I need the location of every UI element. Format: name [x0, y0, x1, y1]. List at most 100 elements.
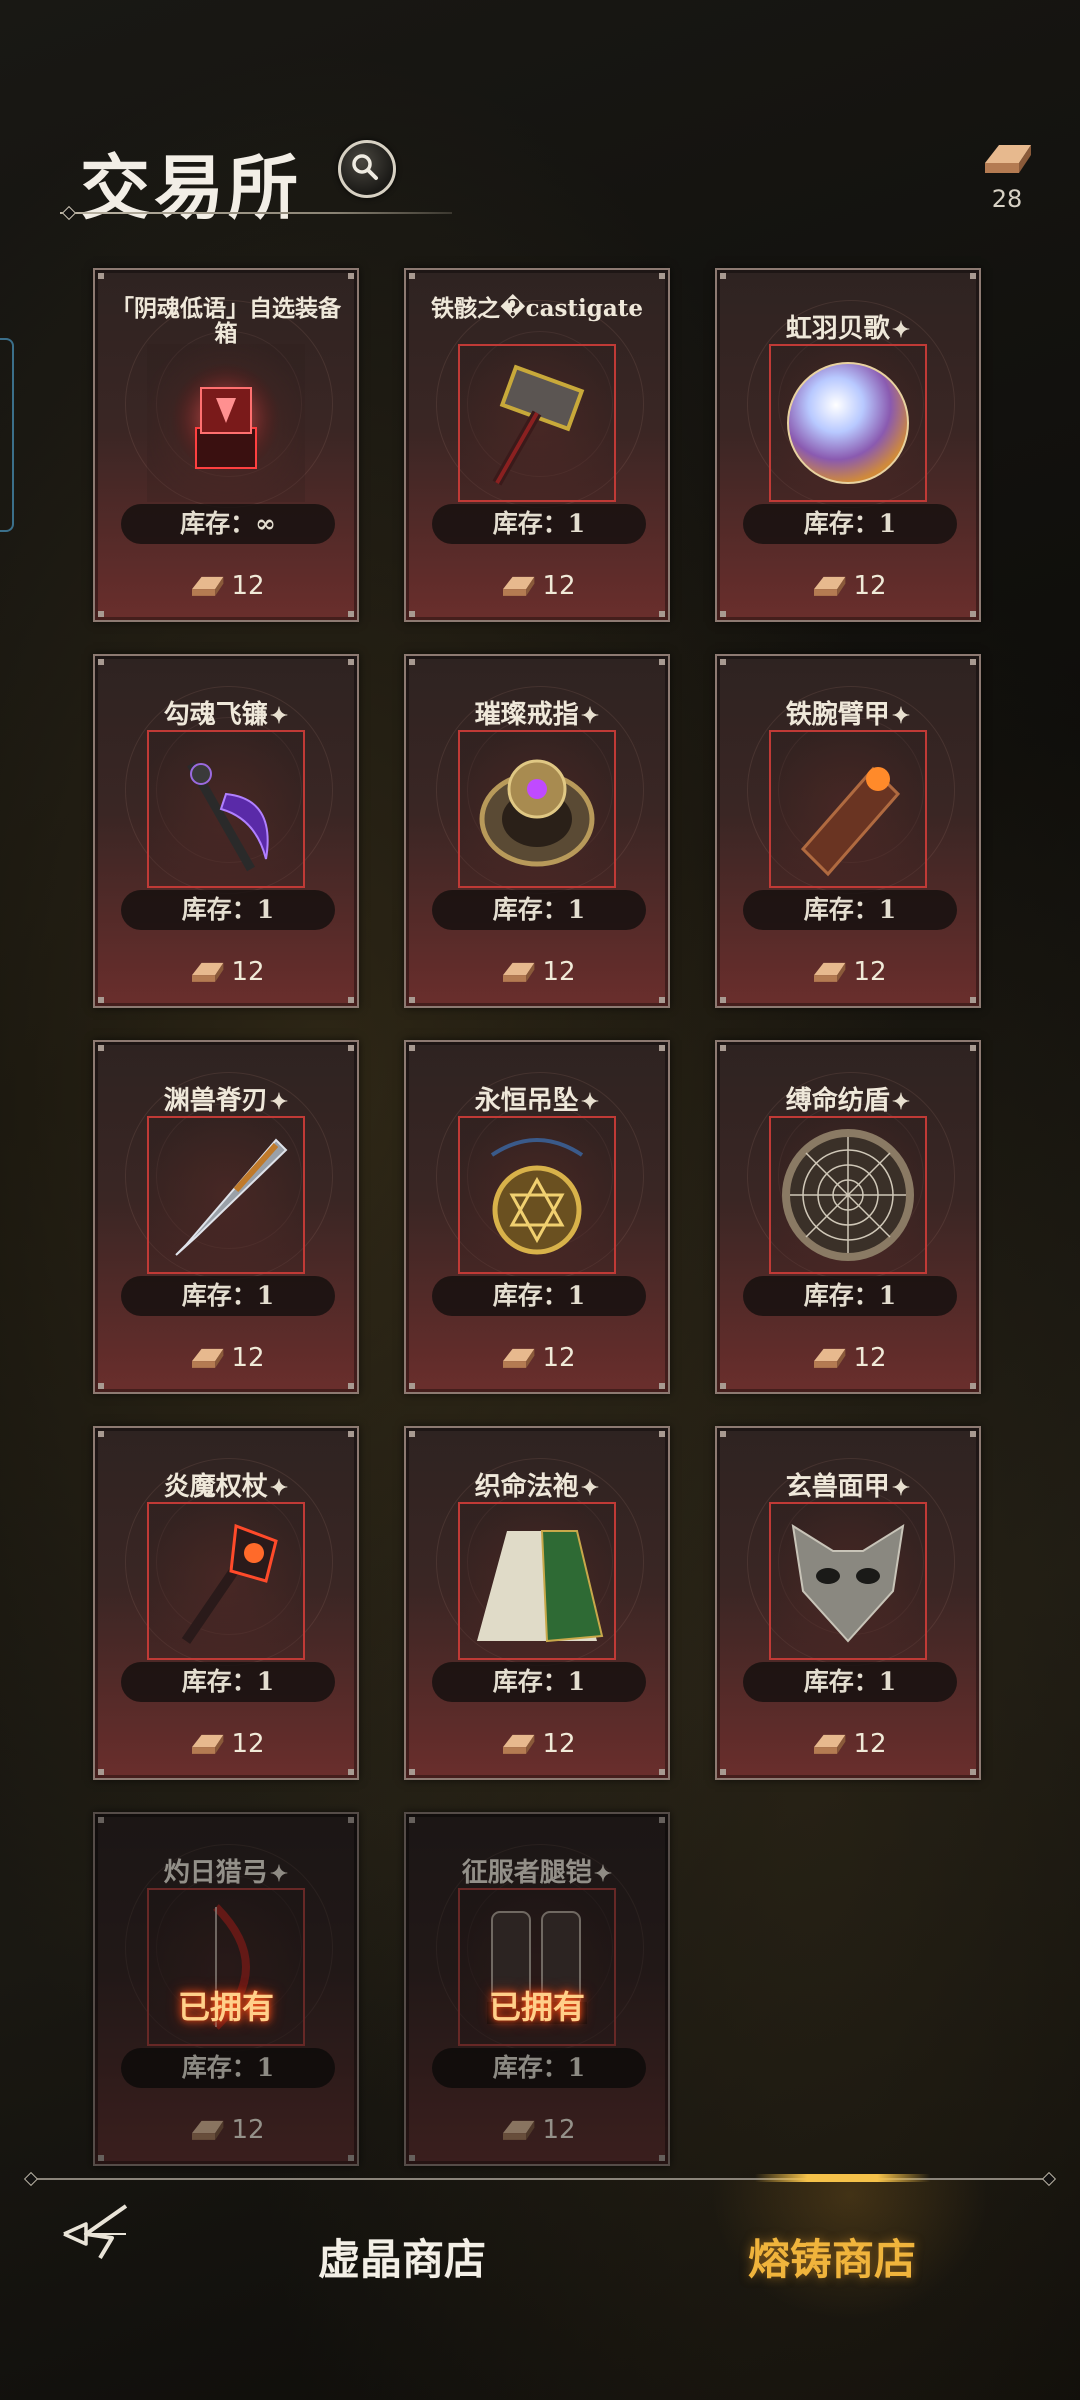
item-card[interactable]: 虹羽贝歌✦ 库存：1 12: [715, 268, 981, 622]
item-card[interactable]: 玄兽面甲✦ 库存：1 12: [715, 1426, 981, 1780]
price-value: 12: [853, 957, 887, 987]
price-value: 12: [542, 1729, 576, 1759]
forge-ingot-icon: [985, 145, 1031, 173]
page-title: 交易所: [80, 147, 302, 229]
item-card[interactable]: 铁腕臂甲✦ 库存：1 12: [715, 654, 981, 1008]
price-value: 12: [231, 1343, 265, 1373]
item-image: [147, 344, 305, 502]
stock-label: 库存：1: [121, 2048, 335, 2088]
price-label: 12: [717, 1728, 979, 1759]
item-name: 玄兽面甲✦: [785, 1472, 911, 1502]
web-shield-icon: [775, 1122, 921, 1268]
price-value: 12: [231, 2115, 265, 2145]
item-image: [458, 1502, 616, 1660]
owned-badge: 已拥有: [488, 1988, 585, 2026]
item-image: [769, 730, 927, 888]
price-value: 12: [853, 1729, 887, 1759]
price-label: 12: [95, 1728, 357, 1759]
item-card[interactable]: 勾魂飞镰✦ 库存：1 12: [93, 654, 359, 1008]
forge-ingot-icon: [503, 1734, 535, 1754]
forge-ingot-icon: [503, 576, 535, 596]
tab-crystal-store[interactable]: 虚晶商店: [318, 2210, 486, 2310]
price-value: 12: [853, 1343, 887, 1373]
item-image: [769, 1116, 927, 1274]
side-drawer-handle[interactable]: [0, 338, 14, 532]
sparkle-icon: ✦: [269, 703, 289, 729]
ring-icon: [464, 736, 610, 882]
forge-ingot-icon: [192, 576, 224, 596]
item-name: 缚命纺盾✦: [785, 1086, 911, 1116]
item-name: 铁腕臂甲✦: [785, 700, 911, 730]
price-value: 12: [853, 571, 887, 601]
beast-mask-icon: [775, 1508, 921, 1654]
item-name: 征服者腿铠✦: [461, 1858, 613, 1888]
sparkle-icon: ✦: [269, 1861, 289, 1887]
stock-label: 库存：1: [121, 890, 335, 930]
price-label: 12: [717, 1342, 979, 1373]
price-label: 12: [95, 956, 357, 987]
forge-ingot-icon: [814, 962, 846, 982]
item-card[interactable]: 织命法袍✦ 库存：1 12: [404, 1426, 670, 1780]
price-value: 12: [231, 571, 265, 601]
sparkle-icon: ✦: [891, 1475, 911, 1501]
search-button[interactable]: [338, 140, 396, 198]
item-image: [458, 344, 616, 502]
owned-badge: 已拥有: [177, 1988, 274, 2026]
item-image: [147, 1116, 305, 1274]
forge-ingot-icon: [192, 962, 224, 982]
stock-label: 库存：1: [121, 1662, 335, 1702]
active-tab-indicator: [755, 2174, 930, 2182]
item-image: [769, 1502, 927, 1660]
sparkle-icon: ✦: [891, 317, 911, 343]
sparkle-icon: ✦: [269, 1089, 289, 1115]
forge-ingot-icon: [192, 1734, 224, 1754]
price-label: 12: [95, 2114, 357, 2145]
tab-forge-store[interactable]: 熔铸商店: [748, 2210, 916, 2310]
stock-label: 库存：1: [743, 890, 957, 930]
cursed-chest-icon: [153, 350, 299, 496]
forge-ingot-icon: [814, 1348, 846, 1368]
item-card[interactable]: 炎魔权杖✦ 库存：1 12: [93, 1426, 359, 1780]
forge-ingot-icon: [503, 2120, 535, 2140]
price-value: 12: [231, 1729, 265, 1759]
stock-label: 库存：1: [121, 1276, 335, 1316]
forge-ingot-icon: [503, 1348, 535, 1368]
stock-label: 库存：1: [743, 1662, 957, 1702]
item-name: 灼日猎弓✦: [163, 1858, 289, 1888]
sparkle-icon: ✦: [580, 1475, 600, 1501]
forge-ingot-icon: [814, 576, 846, 596]
sparkle-icon: ✦: [891, 703, 911, 729]
price-value: 12: [542, 571, 576, 601]
spine-blade-icon: [153, 1122, 299, 1268]
price-label: 12: [406, 1728, 668, 1759]
item-card[interactable]: 永恒吊坠✦ 库存：1 12: [404, 1040, 670, 1394]
forge-ingot-icon: [192, 2120, 224, 2140]
item-name: 永恒吊坠✦: [474, 1086, 600, 1116]
item-image: [458, 1116, 616, 1274]
sparkle-icon: ✦: [891, 1089, 911, 1115]
stock-label: 库存：1: [432, 890, 646, 930]
price-value: 12: [542, 1343, 576, 1373]
item-card[interactable]: 璀璨戒指✦ 库存：1 12: [404, 654, 670, 1008]
stock-label: 库存：1: [432, 1276, 646, 1316]
pendant-icon: [464, 1122, 610, 1268]
item-name: 织命法袍✦: [474, 1472, 600, 1502]
currency-display: 28: [972, 135, 1042, 213]
robe-icon: [464, 1508, 610, 1654]
item-card[interactable]: 铁骸之�castigate 库存：1 12: [404, 268, 670, 622]
orb-icon: [775, 350, 921, 496]
sparkle-icon: ✦: [580, 1089, 600, 1115]
item-image: [147, 1502, 305, 1660]
item-name: 勾魂飞镰✦: [163, 700, 289, 730]
hammer-icon: [464, 350, 610, 496]
item-card[interactable]: 缚命纺盾✦ 库存：1 12: [715, 1040, 981, 1394]
item-name: 「阴魂低语」自选装备箱: [111, 295, 341, 347]
item-name: 虹羽贝歌✦: [785, 314, 911, 344]
price-label: 12: [406, 2114, 668, 2145]
title-underline: [60, 212, 452, 214]
price-value: 12: [231, 957, 265, 987]
item-card[interactable]: 渊兽脊刃✦ 库存：1 12: [93, 1040, 359, 1394]
back-icon[interactable]: [56, 2200, 136, 2264]
item-image: [458, 730, 616, 888]
item-card[interactable]: 「阴魂低语」自选装备箱 库存：∞ 12: [93, 268, 359, 622]
